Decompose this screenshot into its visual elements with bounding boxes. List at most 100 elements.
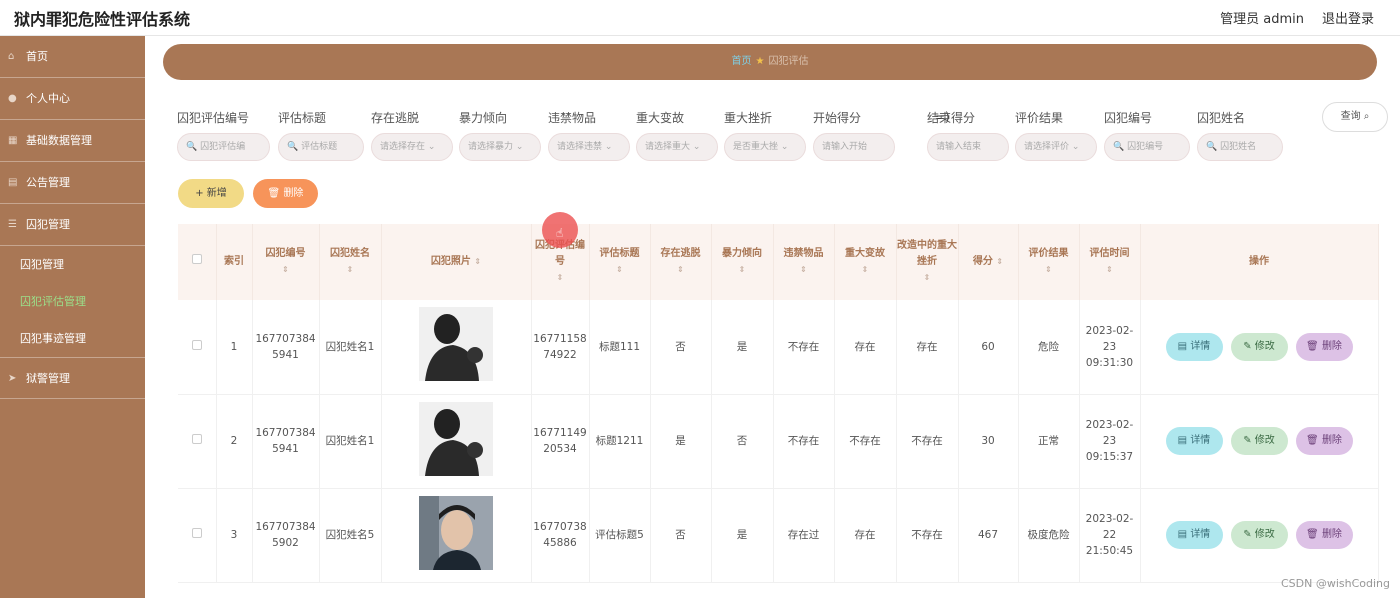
logout-button[interactable]: 退出登录 (1322, 8, 1374, 27)
col-title[interactable]: 评估标题 ⇕ (589, 224, 651, 300)
prisoner-name-input[interactable]: 🔍 囚犯姓名 (1197, 133, 1283, 161)
edit-button[interactable]: ✎ 修改 (1230, 332, 1288, 361)
filter-setback: 重大挫折 是否重大挫 ⌄ (724, 108, 806, 161)
sort-icon: ⇕ (996, 257, 1004, 266)
top-bar: 狱内罪犯危险性评估系统 管理员 admin 退出登录 (0, 0, 1400, 36)
detail-button[interactable]: ▤ 详情 (1165, 427, 1223, 455)
filter-change: 重大变故 请选择重大 ⌄ (636, 108, 718, 161)
trash-icon: 🗑 (1306, 529, 1319, 540)
notice-icon: ▤ (8, 177, 18, 188)
violence-select[interactable]: 请选择暴力 ⌄ (459, 133, 541, 161)
contraband-select[interactable]: 请选择违禁 ⌄ (548, 133, 630, 161)
breadcrumb-home[interactable]: 首页 (732, 56, 752, 67)
mouse-cursor-indicator: ☝ (542, 212, 578, 248)
sort-icon: ⇕ (346, 265, 354, 274)
col-result[interactable]: 评价结果 ⇕ (1018, 224, 1080, 300)
filter-start-score: 开始得分 请输入开始 (813, 108, 895, 161)
col-setback[interactable]: 改造中的重大挫折 ⇕ (896, 224, 959, 300)
filter-title: 评估标题 🔍 评估标题 (278, 108, 364, 161)
prisoner-photo[interactable] (381, 300, 532, 395)
row-actions: ▤ 详情 ✎ 修改 🗑 删除 (1140, 394, 1379, 489)
filter-escape: 存在逃脱 请选择存在 ⌄ (371, 108, 453, 161)
sort-icon: ⇕ (861, 265, 869, 274)
detail-button[interactable]: ▤ 详情 (1165, 332, 1223, 361)
query-button[interactable]: 查询 ⌕ (1322, 102, 1388, 132)
row-delete-button[interactable]: 🗑 删除 (1295, 521, 1353, 549)
start-score-input[interactable]: 请输入开始 (813, 133, 895, 161)
row-checkbox[interactable] (178, 300, 217, 395)
col-photo[interactable]: 囚犯照片 ⇕ (381, 224, 532, 300)
setback-select[interactable]: 是否重大挫 ⌄ (724, 133, 806, 161)
prisoner-photo[interactable] (381, 488, 532, 583)
filter-violence: 暴力倾向 请选择暴力 ⌄ (459, 108, 541, 161)
breadcrumb: 首页 ★ 囚犯评估 (163, 44, 1377, 80)
sidebar-subitem-deeds[interactable]: 囚犯事迹管理 (0, 320, 145, 357)
sort-icon: ⇕ (800, 265, 807, 274)
delete-button[interactable]: 🗑 删除 (253, 179, 318, 208)
star-icon: ★ (755, 56, 765, 67)
prisoner-photo[interactable] (381, 394, 532, 489)
prisoner-no-input[interactable]: 🔍 囚犯编号 (1104, 133, 1190, 161)
change-select[interactable]: 请选择重大 ⌄ (636, 133, 718, 161)
row-delete-button[interactable]: 🗑 删除 (1295, 427, 1353, 455)
filter-prisoner-no: 囚犯编号 🔍 囚犯编号 (1104, 108, 1190, 161)
sidebar-item-guard[interactable]: ➤ 狱警管理 (0, 357, 145, 399)
sidebar-item-basedata[interactable]: ▦ 基础数据管理 (0, 120, 145, 162)
add-button[interactable]: + 新增 (178, 179, 244, 208)
sort-icon: ⇕ (556, 273, 564, 282)
row-checkbox[interactable] (178, 394, 217, 489)
sidebar: ⌂ 首页 ● 个人中心 ▦ 基础数据管理 ▤ 公告管理 ☰ 囚犯管理 囚犯管理 囚犯评估管… (0, 36, 145, 598)
evaluation-table: 索引 囚犯编号⇕ 囚犯姓名⇕ 囚犯照片 ⇕ 囚犯评估编号⇕ 评估标题⇕ 存在逃脱… (178, 224, 1379, 583)
app-title: 狱内罪犯危险性评估系统 (14, 10, 191, 29)
grid-icon: ▦ (8, 135, 18, 146)
sort-icon: ⇕ (474, 257, 482, 266)
user-name: 管理员 admin (1220, 12, 1304, 27)
sidebar-item-home[interactable]: ⌂ 首页 (0, 36, 145, 78)
col-violence[interactable]: 暴力倾向 ⇕ (711, 224, 774, 300)
col-prisoner-no[interactable]: 囚犯编号 ⇕ (252, 224, 320, 300)
col-time[interactable]: 评估时间 ⇕ (1079, 224, 1141, 300)
filter-contraband: 违禁物品 请选择违禁 ⌄ (548, 108, 630, 161)
row-actions: ▤ 详情 ✎ 修改 🗑 删除 (1140, 488, 1379, 583)
col-escape[interactable]: 存在逃脱 ⇕ (650, 224, 712, 300)
sidebar-subitem-evaluation[interactable]: 囚犯评估管理 (0, 283, 145, 320)
user-icon: ● (8, 93, 17, 104)
edit-button[interactable]: ✎ 修改 (1230, 427, 1288, 455)
filter-prisoner-name: 囚犯姓名 🔍 囚犯姓名 (1197, 108, 1283, 161)
col-change[interactable]: 重大变故 ⇕ (834, 224, 897, 300)
col-actions: 操作 (1140, 224, 1379, 300)
sort-icon: ⇕ (738, 265, 746, 274)
escape-select[interactable]: 请选择存在 ⌄ (371, 133, 453, 161)
col-score[interactable]: 得分 ⇕ (958, 224, 1019, 300)
select-all-checkbox[interactable] (178, 224, 217, 300)
row-checkbox[interactable] (178, 488, 217, 583)
edit-button[interactable]: ✎ 修改 (1230, 521, 1288, 549)
send-icon: ➤ (8, 373, 17, 384)
sidebar-subitem-prisoner[interactable]: 囚犯管理 (0, 246, 145, 283)
list-icon: ☰ (8, 219, 17, 230)
eval-no-input[interactable]: 🔍 囚犯评估编 (177, 133, 270, 161)
title-input[interactable]: 🔍 评估标题 (278, 133, 364, 161)
row-delete-button[interactable]: 🗑 删除 (1295, 332, 1353, 361)
filter-bar: 囚犯评估编号 🔍 囚犯评估编 评估标题 🔍 评估标题 存在逃脱 请选择存在 ⌄ 暴力倾… (177, 102, 1388, 164)
sidebar-item-prisoner[interactable]: ☰ 囚犯管理 (0, 204, 145, 246)
result-select[interactable]: 请选择评价 ⌄ (1015, 133, 1097, 161)
sidebar-item-profile[interactable]: ● 个人中心 (0, 78, 145, 120)
sidebar-item-notice[interactable]: ▤ 公告管理 (0, 162, 145, 204)
table-row: 3 1677073845902 囚犯姓名5 1677073845886 评估标题… (178, 488, 1379, 583)
col-name[interactable]: 囚犯姓名 ⇕ (319, 224, 382, 300)
detail-button[interactable]: ▤ 详情 (1165, 521, 1223, 549)
row-actions: ▤ 详情 ✎ 修改 🗑 删除 (1140, 300, 1379, 395)
sort-icon: ⇕ (923, 273, 931, 282)
document-icon: ▤ (1177, 340, 1188, 352)
col-contraband[interactable]: 违禁物品 ⇕ (773, 224, 835, 300)
filter-eval-no: 囚犯评估编号 🔍 囚犯评估编 (177, 108, 270, 161)
sort-icon: ⇕ (282, 265, 289, 274)
sort-icon: ⇕ (677, 265, 684, 274)
home-icon: ⌂ (8, 51, 15, 62)
breadcrumb-current: 囚犯评估 (768, 56, 809, 67)
sort-icon: ⇕ (1106, 265, 1113, 274)
table-row: 2 1677073845941 囚犯姓名1 1677114920534 标题12… (178, 394, 1379, 489)
col-index: 索引 (216, 224, 253, 300)
end-score-input[interactable]: 请输入结束 (927, 133, 1009, 161)
